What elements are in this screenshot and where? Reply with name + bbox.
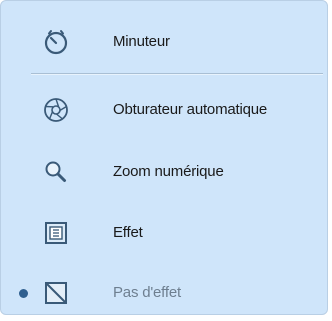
menu-item-effect[interactable]: Effet — [1, 212, 327, 254]
menu-item-timer[interactable]: Minuteur — [1, 21, 327, 63]
menu-item-label: Effet — [113, 224, 143, 241]
timer-icon — [41, 27, 71, 57]
context-menu: Minuteur Obturateur automatique Zoom num… — [0, 0, 328, 315]
selected-indicator — [13, 272, 33, 314]
no-effect-icon — [41, 278, 71, 308]
aperture-icon — [41, 95, 71, 125]
magnifier-icon — [41, 157, 71, 187]
menu-item-label: Obturateur automatique — [113, 101, 268, 118]
menu-item-label: Zoom numérique — [113, 163, 224, 180]
menu-item-no-effect[interactable]: Pas d'effet — [1, 272, 327, 314]
menu-item-auto-shutter[interactable]: Obturateur automatique — [1, 89, 327, 131]
menu-separator — [31, 73, 323, 75]
menu-item-label: Pas d'effet — [113, 284, 181, 301]
menu-item-label: Minuteur — [113, 33, 170, 50]
effect-icon — [41, 218, 71, 248]
radio-bullet-icon — [18, 288, 28, 298]
menu-item-digital-zoom[interactable]: Zoom numérique — [1, 151, 327, 193]
